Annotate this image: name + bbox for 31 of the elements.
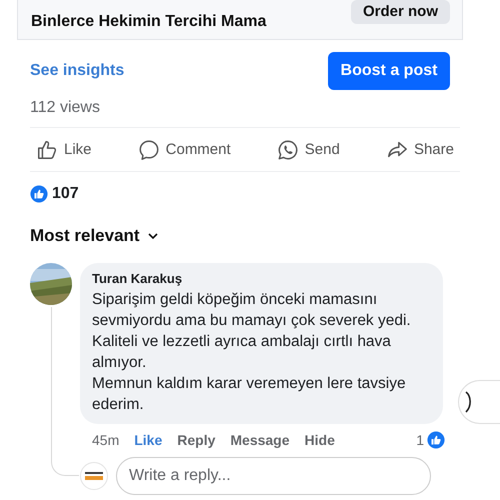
ad-headline: Binlerce Hekimin Tercihi Mama [31, 13, 266, 31]
share-button[interactable]: Share [380, 138, 460, 160]
see-insights-link[interactable]: See insights [30, 62, 124, 80]
like-badge-icon [30, 185, 48, 203]
comment-text: Kaliteli ve lezzetli ayrıca ambalajı cırtlı hava almıyor. [92, 332, 392, 373]
chevron-down-icon [148, 233, 158, 239]
comment-action-link[interactable]: Hide [304, 432, 335, 448]
send-button[interactable]: Send [270, 138, 346, 160]
comment-action-link[interactable]: Message [230, 432, 290, 448]
comment-time: 45m [92, 432, 120, 448]
reaction-count: 1 [416, 432, 424, 448]
like-button[interactable]: Like [30, 138, 98, 160]
like-badge-icon [427, 431, 445, 449]
reaction-count: 107 [52, 185, 79, 203]
comment-author[interactable]: Turan Karakuş [92, 271, 431, 286]
speech-bubble-icon [138, 138, 160, 160]
comment-action-link[interactable]: Reply [177, 432, 216, 448]
views-count: 112 views [30, 99, 101, 117]
sort-dropdown[interactable]: Most relevant [30, 224, 158, 248]
page-logo-icon [80, 462, 108, 490]
curve-icon [464, 390, 474, 414]
thumbs-up-icon [36, 138, 58, 160]
scroll-button[interactable] [458, 380, 500, 424]
comment-text: Memnun kaldım karar veremeyen lere tavsiye ederim. [92, 374, 407, 415]
reply-field[interactable]: Write a reply... [116, 457, 431, 495]
boost-post-button[interactable]: Boost a post [328, 52, 450, 90]
phone-bubble-icon [276, 138, 299, 160]
comment-button[interactable]: Comment [132, 138, 237, 160]
order-now-button[interactable]: Order now [350, 0, 450, 24]
comment-text: Siparişim geldi köpeğim önceki mamasını sevmiyordu ama bu mamayı çok severek yedi. [92, 290, 412, 331]
like-link[interactable]: Like [134, 432, 162, 448]
